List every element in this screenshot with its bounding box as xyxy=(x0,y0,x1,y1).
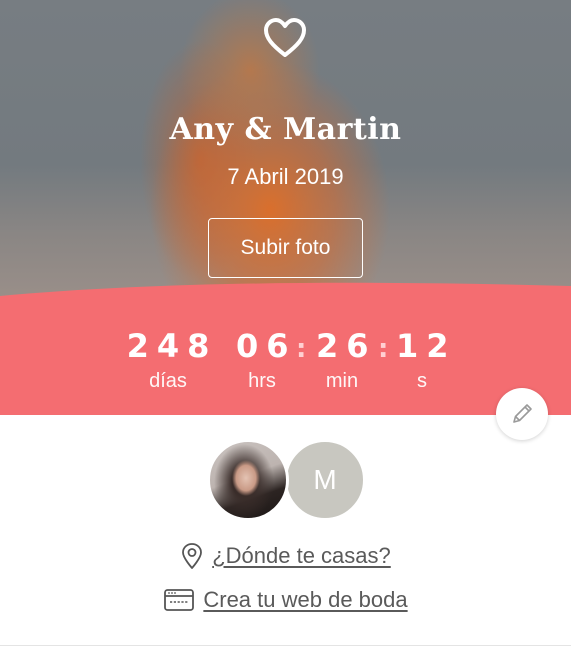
couple-names: Any & Martin xyxy=(169,112,402,147)
countdown-days: 248 días xyxy=(118,328,218,392)
countdown-minutes-value: 26 xyxy=(316,327,377,365)
browser-window-icon xyxy=(163,587,195,613)
cover-photo: Any & Martin 7 Abril 2019 Subir foto xyxy=(0,0,571,300)
countdown-days-value: 248 xyxy=(126,327,218,365)
countdown-seconds-value: 12 xyxy=(396,327,457,365)
countdown-minutes: 26 min xyxy=(308,328,376,392)
countdown-days-label: días xyxy=(149,370,187,392)
wedding-date: 7 Abril 2019 xyxy=(227,164,344,189)
create-wedding-website-link[interactable]: Crea tu web de boda xyxy=(203,587,407,613)
edit-button[interactable] xyxy=(496,388,548,440)
countdown-seconds-label: s xyxy=(417,370,427,392)
divider xyxy=(0,645,571,646)
location-row: ¿Dónde te casas? xyxy=(0,540,571,572)
countdown-hours-label: hrs xyxy=(248,370,276,392)
pencil-icon xyxy=(513,404,532,423)
avatar-initial[interactable]: M xyxy=(284,439,366,521)
website-row: Crea tu web de boda xyxy=(0,584,571,616)
location-pin-icon xyxy=(180,542,204,570)
countdown-separator: : xyxy=(296,334,307,364)
location-link[interactable]: ¿Dónde te casas? xyxy=(212,543,391,569)
avatar-initial-letter: M xyxy=(313,464,337,495)
countdown-minutes-label: min xyxy=(325,370,359,392)
countdown-separator: : xyxy=(378,334,389,364)
heart-icon xyxy=(264,18,306,57)
countdown-hours: 06 hrs xyxy=(228,328,296,392)
countdown-seconds: 12 s xyxy=(388,328,456,392)
avatar-photo[interactable] xyxy=(207,439,289,521)
upload-photo-button[interactable]: Subir foto xyxy=(208,218,363,278)
countdown-hours-value: 06 xyxy=(236,327,297,365)
